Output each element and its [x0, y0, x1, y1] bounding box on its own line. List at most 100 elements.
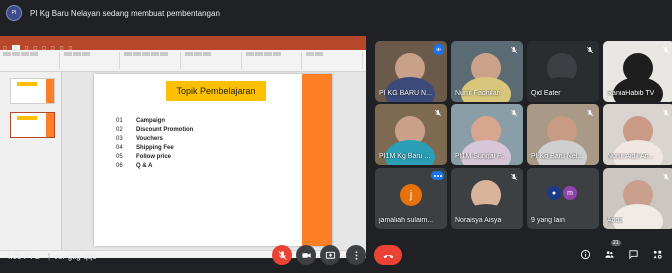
more-options-button[interactable]: [346, 245, 366, 265]
ribbon-tab: ▢: [50, 44, 55, 50]
ribbon-group: [245, 52, 303, 69]
more-vert-icon: [355, 250, 357, 260]
participant-name: PI1M Sungai P...: [455, 153, 507, 160]
agenda-row: 05 Follow price: [116, 152, 193, 161]
separator: |: [48, 252, 51, 261]
top-bar: PI PI Kg Baru Nelayan sedang membuat pem…: [0, 0, 672, 26]
powerpoint-titlebar: [0, 36, 366, 44]
slide-accent-bar: [302, 74, 332, 246]
ribbon-tab-active: ▢: [11, 44, 20, 50]
present-icon: [325, 251, 335, 259]
ribbon-tab: ▢: [59, 44, 64, 50]
agenda-row: 02 Discount Promotion: [116, 125, 193, 134]
participant-tile[interactable]: Anda: [603, 168, 672, 229]
participant-avatar: ●: [547, 186, 561, 200]
powerpoint-ribbon: [0, 50, 366, 72]
ribbon-tab: ▢: [3, 44, 7, 50]
slide-thumbnail[interactable]: [10, 78, 55, 104]
chat-icon: [628, 249, 638, 259]
activities-icon: [653, 250, 662, 259]
presenting-label: PI Kg Baru Nelayan sedang membuat pemben…: [30, 8, 220, 18]
participant-tile[interactable]: PI KG BARU N...: [375, 41, 447, 102]
agenda-text: Vouchers: [136, 135, 163, 142]
participants-count-badge: 21: [611, 240, 621, 246]
agenda-row: 01 Campaign: [116, 116, 193, 125]
ribbon-tab: ▢: [33, 44, 38, 50]
agenda-text: Campaign: [136, 117, 166, 124]
people-icon: [604, 250, 614, 258]
participant-name: Anda: [607, 217, 624, 224]
agenda-row: 06 Q & A: [116, 161, 193, 170]
agenda-number: 02: [116, 126, 123, 133]
participant-tile[interactable]: Qid Eater: [527, 41, 599, 102]
participant-name: RaniaHabib TV: [607, 90, 655, 97]
info-button[interactable]: [578, 247, 592, 261]
ribbon-group: [63, 52, 121, 69]
mic-off-icon: [432, 107, 443, 118]
participant-avatar: m: [563, 186, 577, 200]
mic-off-icon: [660, 107, 671, 118]
agenda-row: 03 Vouchers: [116, 134, 193, 143]
participant-tile[interactable]: RaniaHabib TV: [603, 41, 672, 102]
ribbon-tab: ▢: [24, 44, 29, 50]
camera-toggle-button[interactable]: [296, 245, 316, 265]
ribbon-group: [306, 52, 364, 69]
agenda-number: 06: [116, 162, 123, 169]
shared-screen[interactable]: ▢ ▢ ▢ ▢ ▢ ▢ ▢ ▢ Topik Pembelajaran 01 Ca…: [0, 36, 366, 258]
mic-off-icon: [584, 107, 595, 118]
mic-off-icon: [508, 107, 519, 118]
ribbon-group: [185, 52, 242, 69]
participant-tile[interactable]: PI1M Sungai P...: [451, 104, 523, 165]
participant-tile[interactable]: ● m 9 yang lain: [527, 168, 599, 229]
slide-thumbnails: [0, 72, 62, 250]
agenda-text: Discount Promotion: [136, 126, 194, 133]
mic-off-icon: [660, 44, 671, 55]
leave-call-button[interactable]: [374, 245, 402, 265]
camera-icon: [301, 252, 311, 258]
school-logo-icon: PI: [6, 5, 22, 21]
participant-name: 9 yang lain: [531, 217, 565, 224]
agenda-text: Shipping Fee: [136, 144, 174, 151]
meeting-code: vor-gtig-qqo: [54, 252, 97, 261]
mic-off-icon: [584, 44, 595, 55]
participant-name: PI KG BARU N...: [379, 90, 432, 97]
bottom-bar: 4:09 PTG | vor-gtig-qqo 21: [0, 240, 672, 273]
agenda-number: 03: [116, 135, 123, 142]
agenda-row: 04 Shipping Fee: [116, 143, 193, 152]
clock: 4:09 PTG: [6, 252, 41, 261]
chat-button[interactable]: [626, 247, 640, 261]
participant-tile[interactable]: Nurul Fadhilah: [451, 41, 523, 102]
ribbon-tab: ▢: [68, 44, 73, 50]
tile-more-button[interactable]: [431, 171, 444, 180]
participant-tile[interactable]: j jamaliah sulaim...: [375, 168, 447, 229]
slide-canvas: Topik Pembelajaran 01 Campaign 02 Discount …: [94, 74, 332, 246]
meet-window: PI PI Kg Baru Nelayan sedang membuat pem…: [0, 0, 672, 273]
mic-off-icon: [508, 44, 519, 55]
present-button[interactable]: [320, 245, 340, 265]
participant-name: jamaliah sulaim...: [379, 217, 434, 224]
ribbon-group: [3, 52, 60, 69]
participant-name: PI1M Kg Baru ...: [379, 153, 431, 160]
participant-tile[interactable]: Nurul Aidil An...: [603, 104, 672, 165]
participant-tile[interactable]: PI1M Kg Baru ...: [375, 104, 447, 165]
agenda-text: Follow price: [136, 153, 172, 160]
activities-button[interactable]: [650, 247, 664, 261]
info-icon: [580, 249, 590, 259]
agenda-text: Q & A: [136, 162, 153, 169]
agenda-number: 01: [116, 117, 123, 124]
participant-name: Noraisya Aisya: [455, 217, 502, 224]
participant-name: Nurul Fadhilah: [455, 90, 501, 97]
mic-toggle-button[interactable]: [272, 245, 292, 265]
agenda-number: 04: [116, 144, 123, 151]
participant-tile[interactable]: Noraisya Aisya: [451, 168, 523, 229]
participant-avatar: j: [400, 184, 422, 206]
participant-tile[interactable]: PI Kg Baru Nel...: [527, 104, 599, 165]
ribbon-tab: ▢: [42, 44, 46, 50]
ribbon-group: [124, 52, 182, 69]
slide-title: Topik Pembelajaran: [166, 81, 266, 101]
slide-thumbnail-selected[interactable]: [10, 112, 55, 138]
people-button[interactable]: [602, 247, 616, 261]
mic-off-icon: [660, 171, 671, 182]
agenda-list: 01 Campaign 02 Discount Promotion 03 Vouchers…: [116, 116, 193, 170]
participant-name: Nurul Aidil An...: [607, 153, 655, 160]
